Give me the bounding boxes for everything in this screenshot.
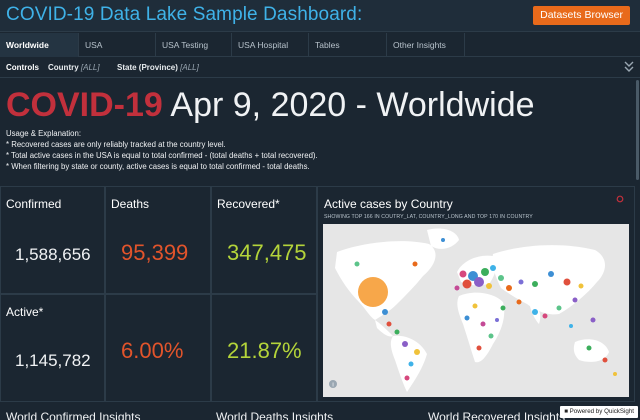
usage-line: * When filtering by state or county, act…: [6, 162, 310, 171]
map-bubble: [464, 315, 470, 321]
tab-usa-testing[interactable]: USA Testing: [156, 33, 232, 57]
headline-date: Apr 9, 2020 - Worldwide: [170, 86, 535, 124]
deaths-label: Deaths: [111, 197, 150, 211]
map-bubble: [404, 375, 410, 381]
confirmed-label: Confirmed: [6, 197, 62, 211]
map-settings-icon[interactable]: [616, 195, 624, 206]
headline-covid: COVID-19: [6, 86, 163, 124]
usage-line: * Total active cases in the USA is equal…: [6, 151, 318, 160]
country-filter-value: [ALL]: [80, 63, 100, 72]
map-bubble: [569, 324, 573, 328]
map-bubble: [506, 285, 512, 291]
world-map[interactable]: i: [323, 224, 629, 397]
recovered-panel: Recovered* 347,475: [211, 186, 317, 294]
map-bubble: [412, 261, 418, 267]
map-bubble: [548, 271, 554, 277]
usage-line: * Recovered cases are only reliably trac…: [6, 140, 226, 149]
sheet-tabs: Worldwide USA USA Testing USA Hospital T…: [0, 33, 640, 57]
world-recovered-insights-title: World Recovered Insights: [428, 410, 566, 420]
active-label: Active*: [6, 305, 44, 319]
map-bubble: [382, 309, 388, 315]
usage-title: Usage & Explanation:: [6, 129, 81, 138]
country-filter[interactable]: Country [ALL]: [48, 63, 100, 72]
state-filter[interactable]: State (Province) [ALL]: [117, 63, 199, 72]
deaths-panel: Deaths 95,399: [105, 186, 211, 294]
map-bubble: [590, 317, 596, 323]
recovery-rate-value: 21.87%: [227, 338, 302, 363]
confirmed-value: 1,588,656: [15, 245, 91, 264]
state-filter-label: State (Province): [117, 63, 178, 72]
map-bubble: [462, 279, 472, 289]
map-bubble: [480, 321, 486, 327]
map-bubble: [490, 265, 496, 271]
map-info-glyph: i: [332, 383, 333, 389]
map-bubble: [472, 303, 478, 309]
map-bubble: [498, 275, 504, 281]
map-bubble: [481, 268, 489, 276]
map-bubble: [586, 345, 592, 351]
map-bubble: [518, 279, 524, 285]
map-bubble: [500, 305, 506, 311]
powered-by-label: Powered by QuickSight: [569, 408, 634, 415]
recovered-value: 347,475: [227, 240, 307, 265]
map-bubble: [402, 341, 408, 347]
map-bubble: [486, 283, 492, 289]
map-bubble: [572, 297, 578, 303]
datasets-browser-button[interactable]: Datasets Browser: [533, 6, 630, 25]
map-bubble: [414, 349, 420, 355]
recovery-rate-panel: 21.87%: [211, 294, 317, 402]
confirmed-panel: Confirmed 1,588,656: [0, 186, 105, 294]
map-subtitle: SHOWING TOP 166 IN COUTRY_LAT, COUNTRY_L…: [324, 214, 533, 220]
map-bubble: [532, 309, 538, 315]
map-bubble: [354, 261, 360, 267]
usage-explanation: Usage & Explanation: * Recovered cases a…: [6, 128, 318, 172]
tab-other-insights[interactable]: Other Insights: [387, 33, 465, 57]
map-bubble: [386, 321, 392, 327]
map-bubble: [488, 333, 494, 339]
page-headline: COVID-19 Apr 9, 2020 - Worldwide: [6, 86, 535, 125]
map-bubble: [542, 313, 548, 319]
map-bubble: [408, 361, 414, 367]
top-bar: COVID-19 Data Lake Sample Dashboard: Dat…: [0, 0, 640, 32]
map-bubble: [476, 345, 482, 351]
tab-worldwide[interactable]: Worldwide: [0, 33, 79, 57]
tab-tables[interactable]: Tables: [309, 33, 387, 57]
map-bubble: [532, 281, 538, 287]
map-bubble: [358, 277, 388, 307]
country-filter-label: Country: [48, 63, 79, 72]
death-rate-value: 6.00%: [121, 338, 184, 363]
map-bubble: [613, 372, 617, 376]
map-bubble: [578, 283, 584, 289]
world-deaths-insights-title: World Deaths Insights: [216, 410, 334, 420]
tab-usa-hospital[interactable]: USA Hospital: [232, 33, 309, 57]
active-cases-map-panel: Active cases by Country SHOWING TOP 166 …: [317, 186, 635, 402]
controls-bar: Controls Country [ALL] State (Province) …: [0, 58, 640, 78]
state-filter-value: [ALL]: [180, 63, 199, 72]
tab-usa[interactable]: USA: [79, 33, 156, 57]
controls-label: Controls: [6, 63, 39, 72]
map-bubble: [556, 305, 562, 311]
map-bubble: [459, 270, 467, 278]
map-bubble: [602, 357, 608, 363]
page-scrollbar[interactable]: [636, 80, 639, 180]
map-title: Active cases by Country: [324, 197, 453, 211]
active-value: 1,145,782: [15, 351, 91, 370]
map-bubble: [516, 299, 522, 305]
app-title: COVID-19 Data Lake Sample Dashboard:: [6, 4, 363, 25]
death-rate-panel: 6.00%: [105, 294, 211, 402]
recovered-label: Recovered*: [217, 197, 280, 211]
world-confirmed-insights-title: World Confirmed Insights: [6, 410, 141, 420]
expand-controls-icon[interactable]: [624, 60, 634, 77]
active-panel: Active* 1,145,782: [0, 294, 105, 402]
powered-by-quicksight[interactable]: ■ Powered by QuickSight: [560, 406, 638, 418]
map-bubble: [441, 238, 445, 242]
map-bubble: [495, 318, 499, 322]
map-bubble: [474, 277, 484, 287]
deaths-value: 95,399: [121, 240, 189, 265]
map-bubble: [394, 329, 400, 335]
map-bubble: [454, 285, 460, 291]
quicksight-logo-icon: ■: [564, 408, 568, 415]
map-bubble: [563, 278, 571, 286]
